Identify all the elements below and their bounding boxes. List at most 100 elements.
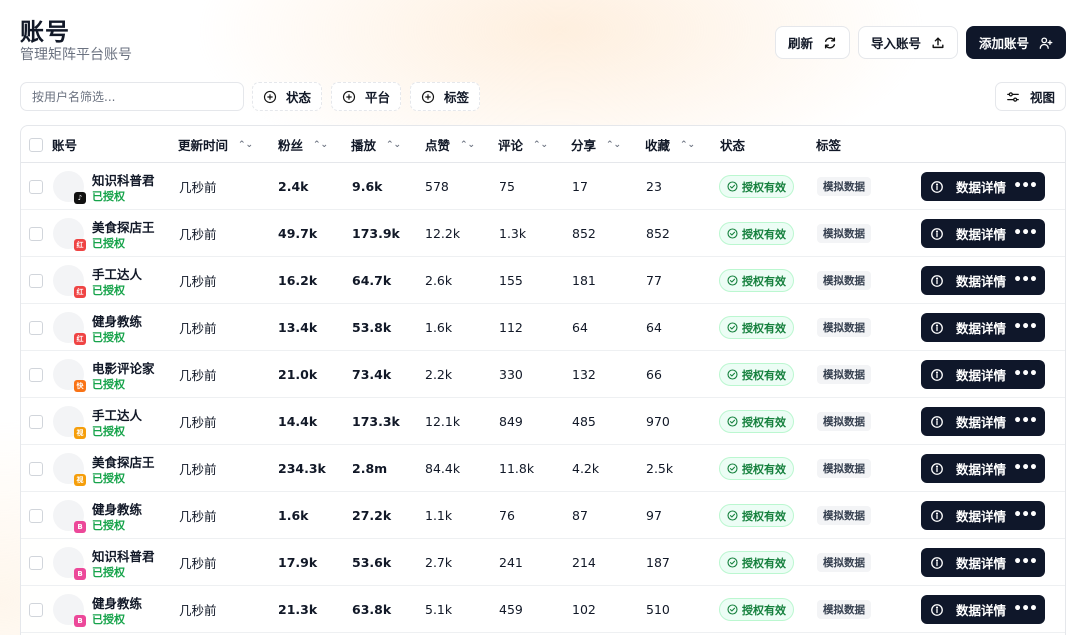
data-details-button[interactable]: 数据详情 ••• (921, 360, 1045, 389)
check-circle-icon (727, 228, 738, 239)
tag-badge: 模拟数据 (817, 553, 871, 572)
avatar: B (53, 547, 86, 580)
data-details-button[interactable]: 数据详情 ••• (921, 266, 1045, 295)
sort-icon: ⌃⌄ (386, 139, 402, 150)
more-icon[interactable]: ••• (1013, 178, 1038, 194)
col-favorites[interactable]: 收藏 ⌃⌄ (645, 126, 695, 163)
row-checkbox[interactable] (29, 602, 43, 617)
row-checkbox[interactable] (29, 320, 43, 335)
avatar: 红 (53, 218, 86, 251)
sliders-icon (1007, 91, 1019, 102)
shares-cell: 87 (572, 508, 588, 523)
avatar: 红 (53, 265, 86, 298)
data-details-button[interactable]: 数据详情 ••• (921, 172, 1045, 201)
data-details-button[interactable]: 数据详情 ••• (921, 595, 1045, 624)
table-row[interactable]: 视手工达人 已授权 几秒前 14.4k 173.3k 12.1k 849 485 970 授权有效… (21, 398, 1065, 445)
tag-filter-button[interactable]: 标签 (410, 82, 481, 111)
account-name[interactable]: 健身教练 (92, 499, 142, 518)
row-checkbox[interactable] (29, 273, 43, 288)
more-icon[interactable]: ••• (1013, 460, 1038, 476)
table-row[interactable]: 快电影评论家 已授权 几秒前 21.0k 73.4k 2.2k 330 132 66 授权有效 模拟… (21, 351, 1065, 398)
account-name[interactable]: 知识科普君 (92, 546, 155, 565)
table-row[interactable]: B 健身教练 已授权 几秒前 21.3k 63.8k 5.1k 459 102 510 授权有效 模拟… (21, 586, 1065, 633)
status-text: 授权有效 (742, 603, 786, 617)
more-icon[interactable]: ••• (1013, 366, 1038, 382)
col-updated-label: 更新时间 (178, 138, 229, 153)
select-all-checkbox[interactable] (29, 137, 43, 152)
table-row[interactable]: ♪ 知识科普君 已授权 几秒前 2.4k 9.6k 578 75 17 23 授权有效 模拟数据 数据详… (21, 163, 1065, 210)
favorites-cell: 64 (646, 320, 662, 335)
col-likes[interactable]: 点赞 ⌃⌄ (425, 126, 475, 163)
table-row[interactable]: B 知识科普君 已授权 几秒前 17.9k 53.6k 2.7k 241 214 187 授权有效 模… (21, 539, 1065, 586)
account-auth-status: 已授权 (92, 237, 125, 250)
favorites-cell: 66 (646, 367, 662, 382)
row-select-cell (29, 210, 43, 257)
more-icon[interactable]: ••• (1013, 272, 1038, 288)
more-icon[interactable]: ••• (1013, 554, 1038, 570)
data-details-label: 数据详情 (956, 274, 1007, 289)
updated-cell: 几秒前 (179, 556, 217, 571)
view-options-button[interactable]: 视图 (994, 82, 1066, 111)
check-circle-icon (727, 181, 738, 192)
plus-circle-icon (342, 90, 356, 103)
status-filter-button[interactable]: 状态 (252, 82, 323, 111)
account-name[interactable]: 美食探店王 (92, 452, 155, 471)
account-name[interactable]: 知识科普君 (92, 170, 155, 189)
more-icon[interactable]: ••• (1013, 601, 1038, 617)
account-name[interactable]: 健身教练 (92, 593, 142, 612)
row-checkbox[interactable] (29, 555, 43, 570)
data-details-button[interactable]: 数据详情 ••• (921, 313, 1045, 342)
account-name[interactable]: 手工达人 (92, 264, 142, 283)
import-account-button[interactable]: 导入账号 (857, 26, 958, 59)
row-select-cell (29, 257, 43, 304)
table-row[interactable]: 红手工达人 已授权 几秒前 16.2k 64.7k 2.6k 155 181 77 授权有效 模拟数… (21, 257, 1065, 304)
sort-icon: ⌃⌄ (680, 139, 696, 150)
col-plays[interactable]: 播放 ⌃⌄ (351, 126, 401, 163)
more-icon[interactable]: ••• (1013, 319, 1038, 335)
tag-badge: 模拟数据 (817, 318, 871, 337)
info-icon (931, 415, 943, 428)
row-checkbox[interactable] (29, 367, 43, 382)
data-details-button[interactable]: 数据详情 ••• (921, 407, 1045, 436)
account-name[interactable]: 手工达人 (92, 405, 142, 424)
table-row[interactable]: 红健身教练 已授权 几秒前 13.4k 53.8k 1.6k 112 64 64 授权有效 模拟数据… (21, 304, 1065, 351)
more-icon[interactable]: ••• (1013, 507, 1038, 523)
douyin-icon: ♪ (74, 192, 86, 204)
row-checkbox[interactable] (29, 461, 43, 476)
table-row[interactable]: 红美食探店王 已授权 几秒前 49.7k 173.9k 12.2k 1.3k 852 852 授权… (21, 210, 1065, 257)
row-select-cell (29, 398, 43, 445)
row-checkbox[interactable] (29, 508, 43, 523)
platform-filter-button[interactable]: 平台 (331, 82, 402, 111)
comments-cell: 330 (499, 367, 523, 382)
row-select-cell (29, 163, 43, 210)
data-details-label: 数据详情 (956, 180, 1007, 195)
account-name[interactable]: 电影评论家 (92, 358, 155, 377)
avatar: B (53, 500, 86, 533)
row-checkbox[interactable] (29, 226, 43, 241)
account-name[interactable]: 美食探店王 (92, 217, 155, 236)
more-icon[interactable]: ••• (1013, 225, 1038, 241)
col-comments[interactable]: 评论 ⌃⌄ (498, 126, 548, 163)
col-updated[interactable]: 更新时间 ⌃⌄ (178, 126, 253, 163)
col-fans[interactable]: 粉丝 ⌃⌄ (278, 126, 328, 163)
plays-cell: 64.7k (352, 273, 392, 288)
account-name[interactable]: 健身教练 (92, 311, 142, 330)
more-icon[interactable]: ••• (1013, 413, 1038, 429)
refresh-button[interactable]: 刷新 (774, 26, 850, 59)
data-details-button[interactable]: 数据详情 ••• (921, 454, 1045, 483)
row-checkbox[interactable] (29, 414, 43, 429)
table-row[interactable]: 视美食探店王 已授权 几秒前 234.3k 2.8m 84.4k 11.8k 4.2k 2.5k… (21, 445, 1065, 492)
account-auth-status: 已授权 (92, 519, 125, 532)
search-input[interactable] (20, 82, 244, 111)
col-tags: 标签 (816, 126, 841, 163)
data-details-button[interactable]: 数据详情 ••• (921, 548, 1045, 577)
avatar: 红 (53, 312, 86, 345)
data-details-label: 数据详情 (956, 556, 1007, 571)
account-auth-status: 已授权 (92, 284, 125, 297)
col-shares[interactable]: 分享 ⌃⌄ (571, 126, 621, 163)
data-details-button[interactable]: 数据详情 ••• (921, 219, 1045, 248)
add-account-button[interactable]: 添加账号 (965, 26, 1066, 59)
data-details-button[interactable]: 数据详情 ••• (921, 501, 1045, 530)
table-row[interactable]: B 健身教练 已授权 几秒前 1.6k 27.2k 1.1k 76 87 97 授权有效 模拟数据 数据… (21, 492, 1065, 539)
row-checkbox[interactable] (29, 179, 43, 194)
